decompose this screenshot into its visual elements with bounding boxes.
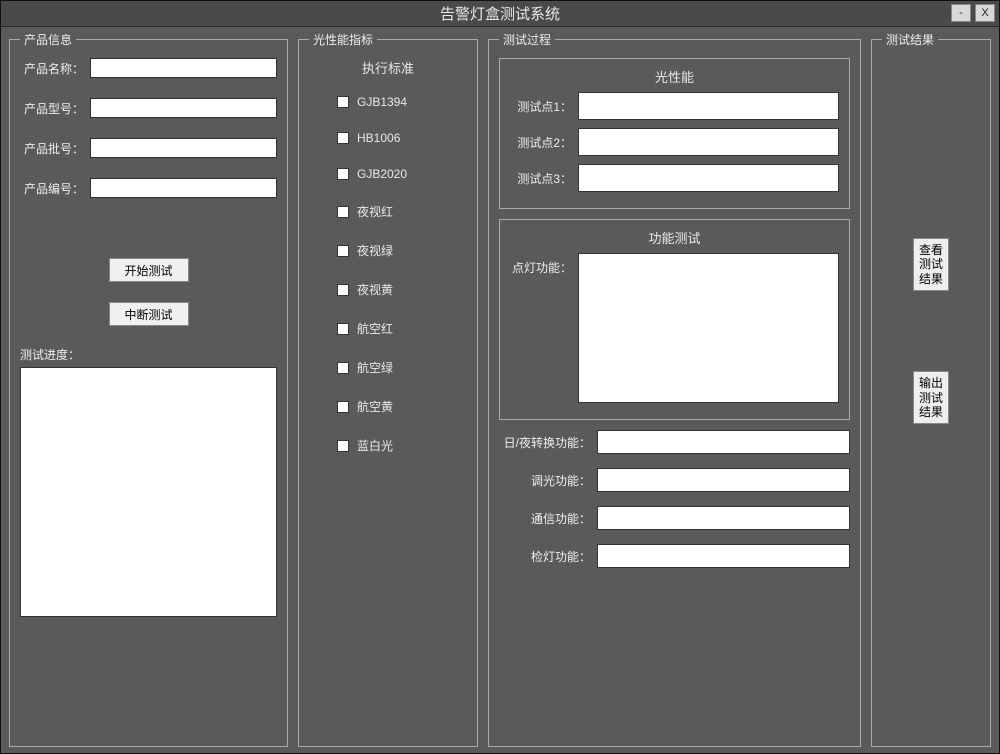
export-result-row: 输出测试结果 <box>882 371 980 424</box>
start-test-button[interactable]: 开始测试 <box>109 258 189 282</box>
tp1-row: 测试点1： <box>510 92 839 120</box>
product-model-row: 产品型号： <box>20 98 277 118</box>
tp2-field[interactable] <box>578 128 839 156</box>
comm-row: 通信功能： <box>499 506 850 530</box>
tp2-label: 测试点2： <box>510 128 572 151</box>
start-test-row: 开始测试 <box>20 258 277 282</box>
standard-title: 执行标准 <box>309 58 467 77</box>
function-section-title: 功能测试 <box>510 228 839 247</box>
std-label-bluewhite: 蓝白光 <box>357 437 393 454</box>
std-checkbox-nightgreen[interactable] <box>337 245 349 257</box>
product-batch-input[interactable] <box>90 138 277 158</box>
std-label-airgreen: 航空绿 <box>357 359 393 376</box>
std-label-nightred: 夜视红 <box>357 203 393 220</box>
product-serial-row: 产品编号： <box>20 178 277 198</box>
optical-section: 光性能 测试点1： 测试点2： 测试点3： <box>499 58 850 209</box>
lamp-row: 点灯功能： <box>510 253 839 403</box>
process-legend: 测试过程 <box>499 31 555 48</box>
std-check-9: 蓝白光 <box>309 437 467 454</box>
std-label-gjb2020: GJB2020 <box>357 167 407 181</box>
optics-legend: 光性能指标 <box>309 31 377 48</box>
std-checkbox-airgreen[interactable] <box>337 362 349 374</box>
dim-field[interactable] <box>597 468 850 492</box>
std-checkbox-airred[interactable] <box>337 323 349 335</box>
std-checkbox-nightred[interactable] <box>337 206 349 218</box>
std-checkbox-gjb2020[interactable] <box>337 168 349 180</box>
std-check-2: GJB2020 <box>309 167 467 181</box>
std-label-hb1006: HB1006 <box>357 131 400 145</box>
product-serial-input[interactable] <box>90 178 277 198</box>
bottom-rows: 日/夜转换功能： 调光功能： 通信功能： 检灯功能： <box>499 430 850 568</box>
std-label-nightgreen: 夜视绿 <box>357 242 393 259</box>
view-result-row: 查看测试结果 <box>882 238 980 291</box>
dim-row: 调光功能： <box>499 468 850 492</box>
product-name-row: 产品名称： <box>20 58 277 78</box>
std-check-5: 夜视黄 <box>309 281 467 298</box>
result-legend: 测试结果 <box>882 31 938 48</box>
product-batch-label: 产品批号： <box>20 140 84 157</box>
body: 产品信息 产品名称： 产品型号： 产品批号： 产品编号： 开始测试 <box>7 31 993 747</box>
tp3-row: 测试点3： <box>510 164 839 192</box>
daynight-row: 日/夜转换功能： <box>499 430 850 454</box>
std-label-nightyellow: 夜视黄 <box>357 281 393 298</box>
std-check-7: 航空绿 <box>309 359 467 376</box>
product-model-input[interactable] <box>90 98 277 118</box>
comm-field[interactable] <box>597 506 850 530</box>
std-checkbox-gjb1394[interactable] <box>337 96 349 108</box>
optics-group: 光性能指标 执行标准 GJB1394 HB1006 GJB2020 夜视红 夜视… <box>298 31 478 747</box>
lamp-field[interactable] <box>578 253 839 403</box>
std-label-airred: 航空红 <box>357 320 393 337</box>
optical-section-title: 光性能 <box>510 67 839 86</box>
window: 告警灯盒测试系统 - X 产品信息 产品名称： 产品型号： 产品批号： 产品编号… <box>0 0 1000 754</box>
std-check-0: GJB1394 <box>309 95 467 109</box>
std-check-6: 航空红 <box>309 320 467 337</box>
tp2-row: 测试点2： <box>510 128 839 156</box>
product-name-label: 产品名称： <box>20 60 84 77</box>
std-label-airyellow: 航空黄 <box>357 398 393 415</box>
daynight-field[interactable] <box>597 430 850 454</box>
progress-textarea[interactable] <box>20 367 277 617</box>
product-batch-row: 产品批号： <box>20 138 277 158</box>
stop-test-button[interactable]: 中断测试 <box>109 302 189 326</box>
product-model-label: 产品型号： <box>20 100 84 117</box>
comm-label: 通信功能： <box>499 506 591 527</box>
stop-test-row: 中断测试 <box>20 302 277 326</box>
std-checkbox-nightyellow[interactable] <box>337 284 349 296</box>
std-checkbox-bluewhite[interactable] <box>337 440 349 452</box>
product-name-input[interactable] <box>90 58 277 78</box>
window-title: 告警灯盒测试系统 <box>1 3 999 24</box>
export-result-button[interactable]: 输出测试结果 <box>913 371 949 424</box>
function-section: 功能测试 点灯功能： <box>499 219 850 420</box>
window-buttons: - X <box>951 4 995 22</box>
std-check-8: 航空黄 <box>309 398 467 415</box>
daynight-label: 日/夜转换功能： <box>499 430 591 451</box>
progress-label: 测试进度： <box>20 346 277 363</box>
product-info-legend: 产品信息 <box>20 31 76 48</box>
std-label-gjb1394: GJB1394 <box>357 95 407 109</box>
std-check-4: 夜视绿 <box>309 242 467 259</box>
product-serial-label: 产品编号： <box>20 180 84 197</box>
std-check-1: HB1006 <box>309 131 467 145</box>
close-button[interactable]: X <box>975 4 995 22</box>
check-row: 检灯功能： <box>499 544 850 568</box>
result-group: 测试结果 查看测试结果 输出测试结果 <box>871 31 991 747</box>
tp1-label: 测试点1： <box>510 92 572 115</box>
tp1-field[interactable] <box>578 92 839 120</box>
lamp-label: 点灯功能： <box>510 253 572 276</box>
tp3-field[interactable] <box>578 164 839 192</box>
std-check-3: 夜视红 <box>309 203 467 220</box>
dim-label: 调光功能： <box>499 468 591 489</box>
product-info-group: 产品信息 产品名称： 产品型号： 产品批号： 产品编号： 开始测试 <box>9 31 288 747</box>
std-checkbox-hb1006[interactable] <box>337 132 349 144</box>
progress-box: 测试进度： <box>20 346 277 620</box>
check-label: 检灯功能： <box>499 544 591 565</box>
titlebar: 告警灯盒测试系统 - X <box>1 1 999 27</box>
view-result-button[interactable]: 查看测试结果 <box>913 238 949 291</box>
check-field[interactable] <box>597 544 850 568</box>
std-checkbox-airyellow[interactable] <box>337 401 349 413</box>
tp3-label: 测试点3： <box>510 164 572 187</box>
process-group: 测试过程 光性能 测试点1： 测试点2： 测试点3： 功能测试 <box>488 31 861 747</box>
minimize-button[interactable]: - <box>951 4 971 22</box>
